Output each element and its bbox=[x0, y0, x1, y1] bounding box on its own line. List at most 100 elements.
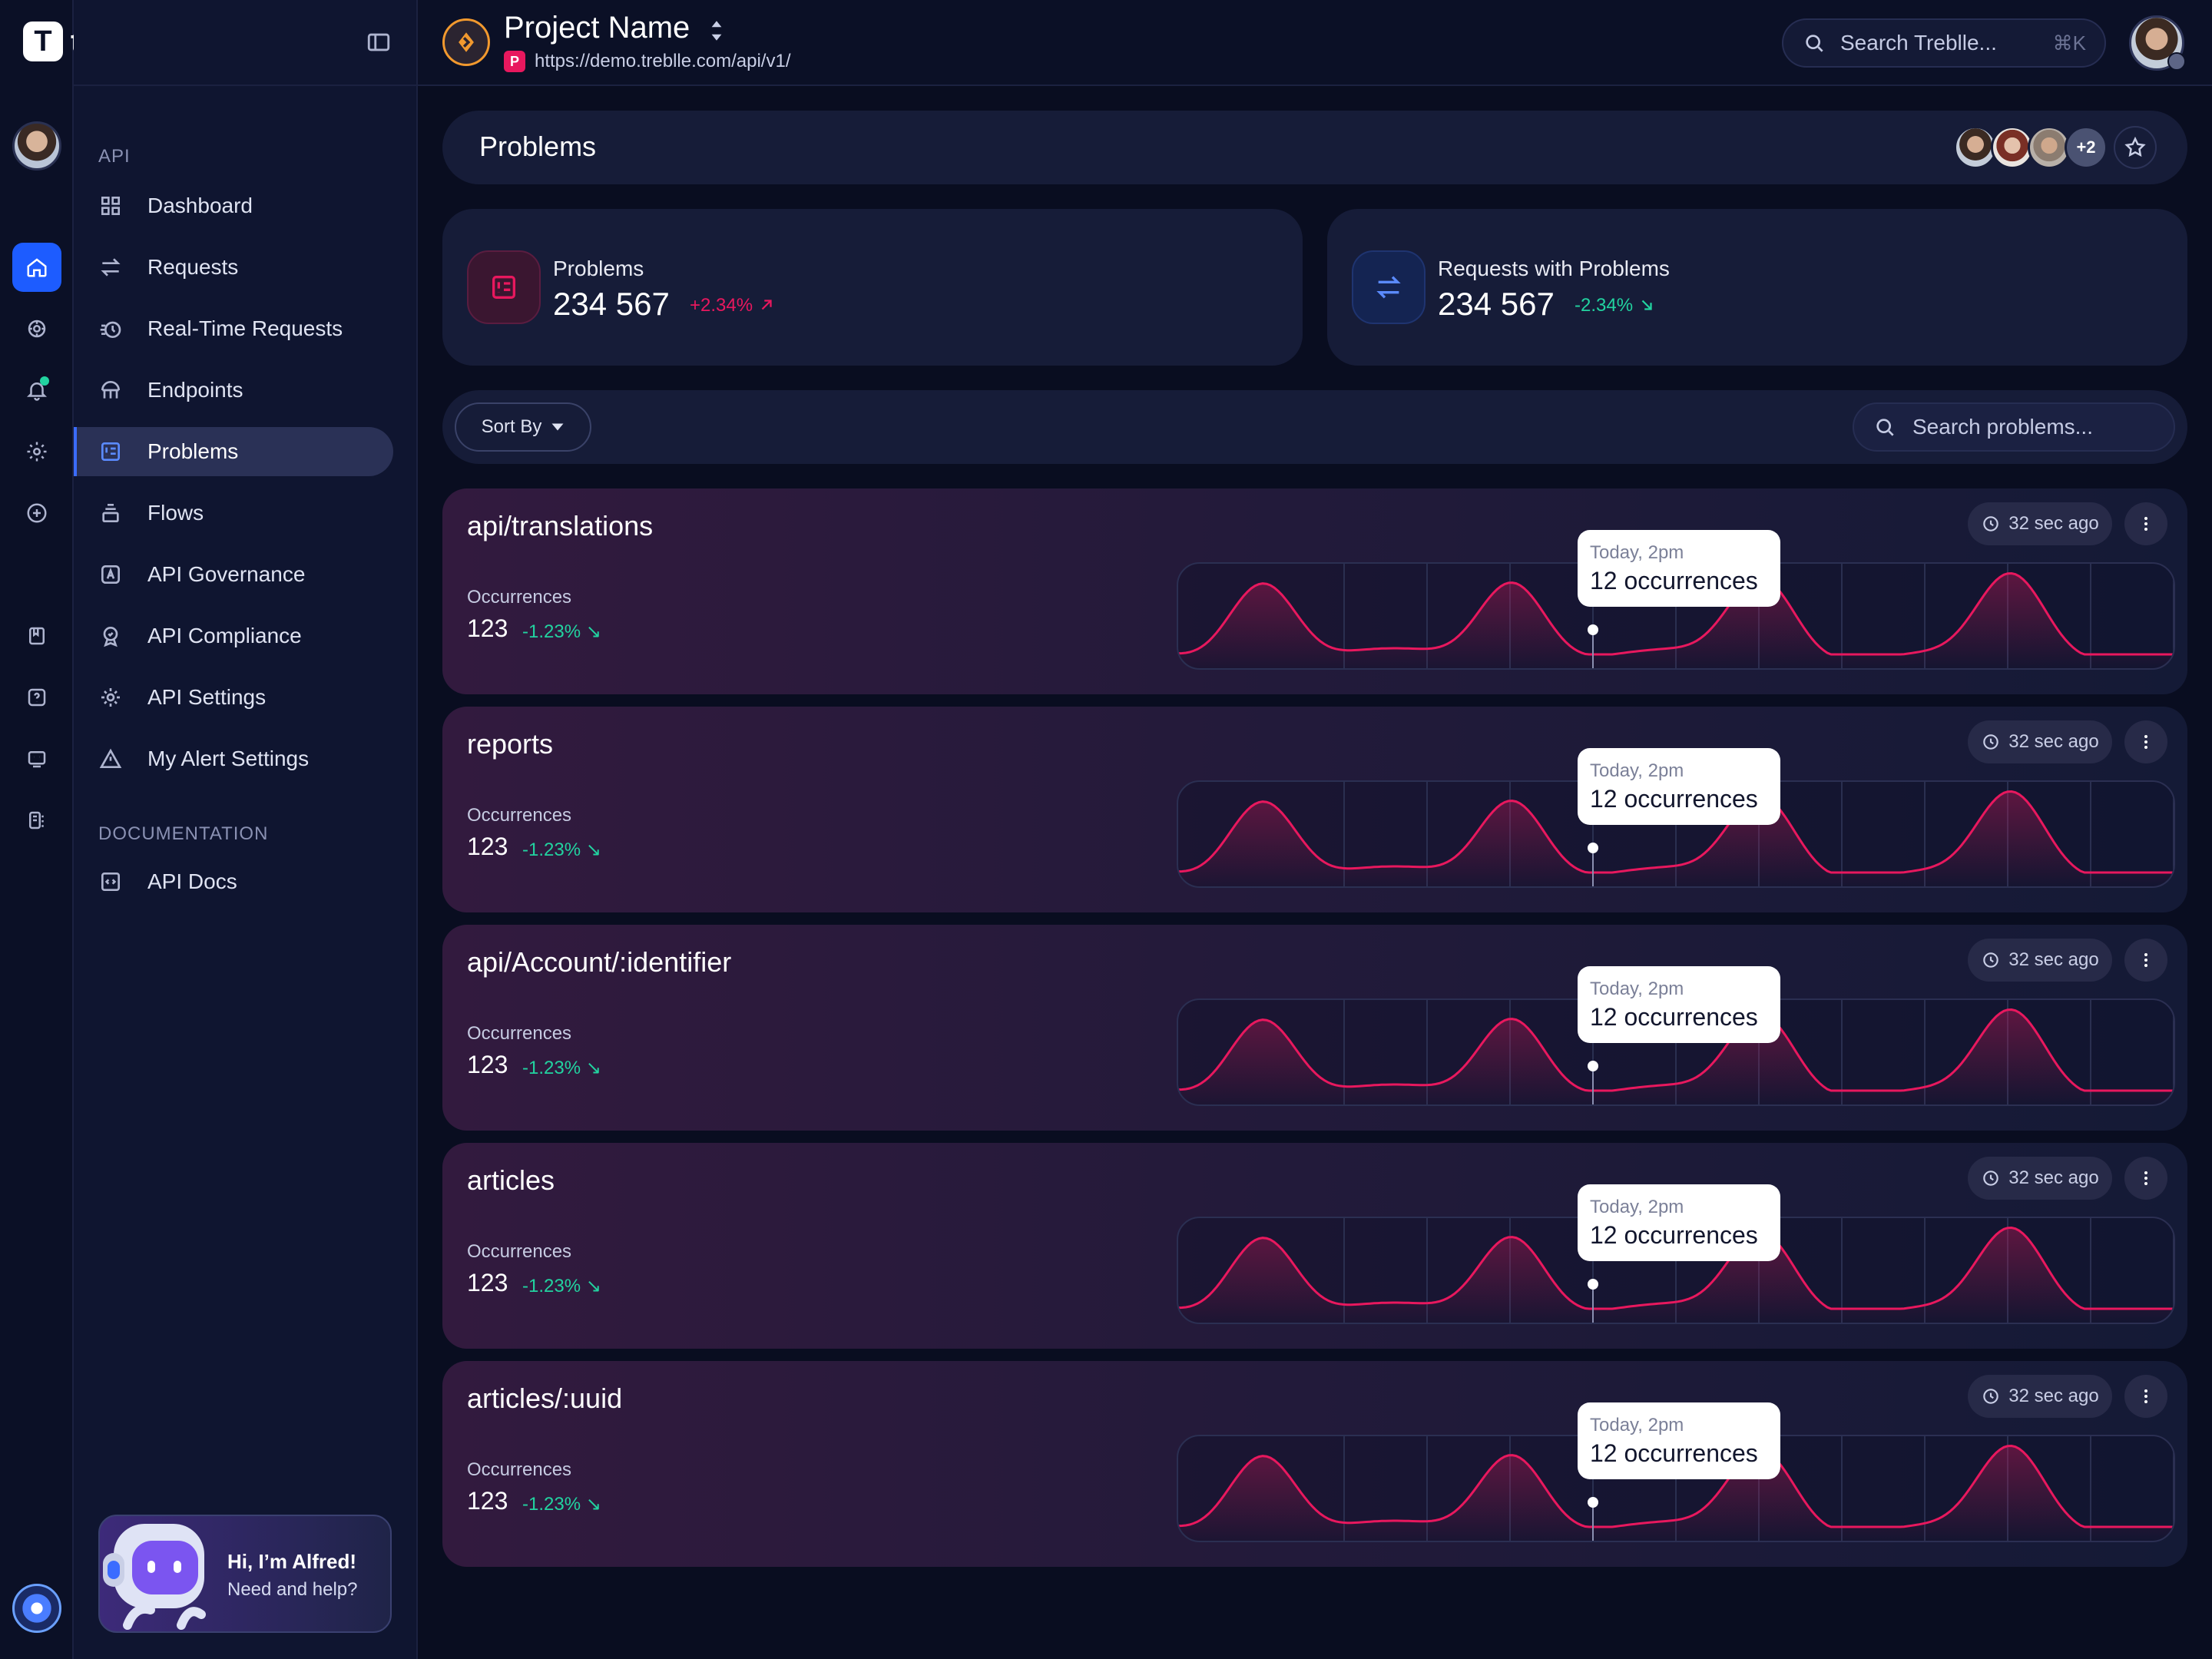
filter-bar: Sort By Search problems... bbox=[442, 390, 2187, 464]
more-options-button[interactable] bbox=[2124, 1375, 2167, 1418]
realtime-icon bbox=[100, 321, 121, 338]
arrow-down-right-icon: ↘ bbox=[585, 1276, 601, 1296]
problem-search-placeholder: Search problems... bbox=[1912, 415, 2093, 439]
hover-point bbox=[1588, 1497, 1598, 1508]
sidebar-item-dashboard[interactable]: Dashboard bbox=[74, 181, 393, 230]
rail-apps-button[interactable] bbox=[12, 796, 61, 845]
problem-name[interactable]: api/Account/:identifier bbox=[467, 946, 731, 979]
project-switch-chevron-icon[interactable] bbox=[708, 18, 725, 43]
sidebar-item-flows[interactable]: Flows bbox=[74, 488, 393, 538]
more-collaborators-badge: +2 bbox=[2065, 126, 2108, 169]
problem-card[interactable]: reports Occurrences 123 -1.23% ↘ 32 sec … bbox=[442, 707, 2187, 912]
sidebar-item-my-alert-settings[interactable]: My Alert Settings bbox=[74, 734, 393, 783]
occurrences-change-value: -1.23% bbox=[522, 1058, 581, 1078]
rail-integrations-button[interactable] bbox=[12, 304, 61, 353]
problem-card[interactable]: api/Account/:identifier Occurrences 123 … bbox=[442, 925, 2187, 1131]
last-seen-time: 32 sec ago bbox=[2008, 731, 2099, 752]
rail-notifications-button[interactable] bbox=[12, 366, 61, 415]
workspace-avatar[interactable] bbox=[12, 121, 61, 171]
clock-icon bbox=[1983, 1171, 1999, 1186]
kebab-menu-icon bbox=[2144, 1171, 2147, 1185]
clock-icon bbox=[1983, 516, 1999, 531]
sidebar-item-requests[interactable]: Requests bbox=[74, 243, 393, 292]
kebab-menu-icon bbox=[2144, 1389, 2147, 1403]
global-search-input[interactable]: Search Treblle... ⌘K bbox=[1782, 18, 2106, 68]
problem-card[interactable]: articles/:uuid Occurrences 123 -1.23% ↘ … bbox=[442, 1361, 2187, 1567]
occurrences-change: -1.23% ↘ bbox=[522, 1493, 601, 1515]
chevron-down-icon[interactable] bbox=[2167, 52, 2186, 71]
problem-name[interactable]: articles/:uuid bbox=[467, 1382, 622, 1415]
occurrences-label: Occurrences bbox=[467, 1459, 572, 1480]
sidebar-item-api-compliance[interactable]: API Compliance bbox=[74, 611, 393, 661]
search-shortcut: ⌘K bbox=[2052, 31, 2086, 55]
tooltip-value: 12 occurrences bbox=[1590, 785, 1758, 813]
arrow-down-right-icon: ↘ bbox=[585, 1494, 601, 1515]
last-seen-badge: 32 sec ago bbox=[1968, 1375, 2112, 1418]
sidebar-item-real-time-requests[interactable]: Real-Time Requests bbox=[74, 304, 393, 353]
more-options-button[interactable] bbox=[2124, 720, 2167, 763]
rail-help-button[interactable] bbox=[12, 673, 61, 722]
book-icon bbox=[29, 627, 45, 645]
sidebar-item-api-docs[interactable]: API Docs bbox=[74, 857, 393, 906]
sidebar-topbar bbox=[74, 0, 418, 86]
sidebar-item-endpoints[interactable]: Endpoints bbox=[74, 366, 393, 415]
problem-name[interactable]: articles bbox=[467, 1164, 555, 1197]
tooltip-value: 12 occurrences bbox=[1590, 567, 1758, 594]
problem-search-input[interactable]: Search problems... bbox=[1853, 402, 2175, 452]
sidebar-item-api-settings[interactable]: API Settings bbox=[74, 673, 393, 722]
problem-name[interactable]: api/translations bbox=[467, 510, 653, 542]
problem-name[interactable]: reports bbox=[467, 728, 553, 760]
arrow-down-right-icon: ↘ bbox=[585, 839, 601, 860]
alfred-subtitle: Need and help? bbox=[227, 1579, 358, 1600]
hover-point bbox=[1588, 843, 1598, 853]
project-url[interactable]: https://demo.treblle.com/api/v1/ bbox=[535, 51, 791, 72]
rail-add-button[interactable] bbox=[12, 488, 61, 538]
rail-settings-button[interactable] bbox=[12, 427, 61, 476]
stat-change: -2.34% bbox=[1575, 295, 1655, 316]
stat-icon-problems bbox=[467, 250, 541, 324]
more-options-button[interactable] bbox=[2124, 502, 2167, 545]
assistant-orb-button[interactable] bbox=[12, 1584, 61, 1633]
favorite-button[interactable] bbox=[2114, 126, 2157, 169]
occurrences-value: 123 bbox=[467, 1269, 508, 1296]
alert-icon bbox=[99, 748, 122, 768]
stat-icon-requests bbox=[1352, 250, 1426, 324]
last-seen-time: 32 sec ago bbox=[2008, 1386, 2099, 1406]
project-logo[interactable] bbox=[442, 18, 490, 66]
occurrences-label: Occurrences bbox=[467, 805, 572, 826]
gear-icon bbox=[27, 442, 47, 462]
alfred-robot-icon bbox=[103, 1524, 206, 1630]
alfred-assistant-card[interactable]: Hi, I’m Alfred! Need and help? bbox=[98, 1515, 392, 1633]
rail-docs-button[interactable] bbox=[12, 611, 61, 661]
sort-by-button[interactable]: Sort By bbox=[455, 402, 591, 452]
settings-icon bbox=[101, 688, 120, 707]
rail-home-button[interactable] bbox=[12, 243, 61, 292]
stat-label: Problems bbox=[553, 257, 644, 280]
problem-card[interactable]: api/translations Occurrences 123 -1.23% … bbox=[442, 488, 2187, 694]
sidebar-item-problems[interactable]: Problems bbox=[74, 427, 393, 476]
more-options-button[interactable] bbox=[2124, 939, 2167, 982]
arrow-down-right-icon: ↘ bbox=[585, 621, 601, 642]
last-seen-badge: 32 sec ago bbox=[1968, 1157, 2112, 1200]
more-options-button[interactable] bbox=[2124, 1157, 2167, 1200]
stat-value: 234 567 bbox=[553, 286, 670, 322]
tooltip-value: 12 occurrences bbox=[1590, 1439, 1758, 1467]
caret-down-icon bbox=[551, 423, 564, 431]
sidebar-item-label: API Docs bbox=[147, 869, 237, 893]
chart-tooltip: Today, 2pm 12 occurrences bbox=[1578, 1402, 1780, 1479]
occurrences-change-value: -1.23% bbox=[522, 839, 581, 860]
clock-icon bbox=[1983, 734, 1999, 750]
docs-icon bbox=[101, 873, 120, 891]
kebab-menu-icon bbox=[2144, 735, 2147, 749]
problem-card[interactable]: articles Occurrences 123 -1.23% ↘ 32 sec… bbox=[442, 1143, 2187, 1349]
treblle-logo-mark: T bbox=[23, 22, 63, 61]
project-name[interactable]: Project Name bbox=[504, 11, 690, 45]
search-icon bbox=[1876, 419, 1894, 436]
sidebar-collapse-icon[interactable] bbox=[366, 29, 392, 55]
grid-icon bbox=[101, 196, 120, 215]
rail-chat-button[interactable] bbox=[12, 734, 61, 783]
sidebar-item-api-governance[interactable]: API Governance bbox=[74, 550, 393, 599]
occurrences-change-value: -1.23% bbox=[522, 1494, 581, 1515]
clock-icon bbox=[1983, 1389, 1999, 1404]
occurrences-label: Occurrences bbox=[467, 1023, 572, 1044]
